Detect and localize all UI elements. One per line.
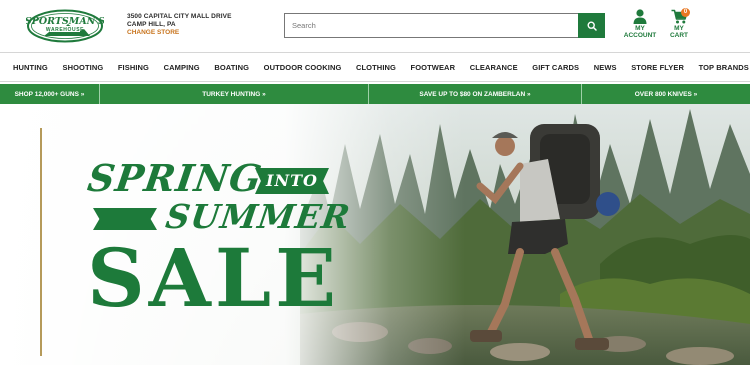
hero-ribbon	[93, 208, 157, 230]
nav-gift-cards[interactable]: GIFT CARDS	[532, 63, 579, 72]
hero-title-summer: SUMMER	[163, 197, 354, 236]
search-input[interactable]	[285, 14, 579, 37]
store-info: 3500 CAPITAL CITY MALL DRIVE CAMP HILL, …	[127, 13, 232, 37]
my-cart-button[interactable]: 0 MY CART	[659, 8, 699, 39]
store-address: 3500 CAPITAL CITY MALL DRIVE	[127, 13, 232, 20]
my-cart-label-1: MY	[674, 25, 684, 32]
hero-title-into: INTO	[255, 168, 329, 194]
nav-fishing[interactable]: FISHING	[118, 63, 149, 72]
site-header: SPORTSMAN'S WAREHOUSE 3500 CAPITAL CITY …	[0, 0, 750, 50]
hero-title-sale: SALE	[87, 231, 341, 325]
nav-hunting[interactable]: HUNTING	[13, 63, 48, 72]
nav-shooting[interactable]: SHOOTING	[62, 63, 103, 72]
change-store-link[interactable]: CHANGE STORE	[127, 29, 232, 37]
nav-footwear[interactable]: FOOTWEAR	[411, 63, 456, 72]
promo-knives[interactable]: OVER 800 KNIVES »	[582, 84, 750, 104]
hero-accent-line	[40, 128, 42, 356]
nav-top-brands[interactable]: TOP BRANDS	[699, 63, 749, 72]
promo-turkey-hunting[interactable]: TURKEY HUNTING »	[100, 84, 369, 104]
promo-zamberlan[interactable]: SAVE UP TO $80 ON ZAMBERLAN »	[369, 84, 582, 104]
nav-clearance[interactable]: CLEARANCE	[470, 63, 518, 72]
svg-text:SPORTSMAN'S: SPORTSMAN'S	[26, 16, 104, 27]
hero-banner[interactable]: SPRING INTO SUMMER SALE	[0, 104, 750, 365]
search-button[interactable]	[578, 13, 605, 38]
promo-shop-guns[interactable]: SHOP 12,000+ GUNS »	[0, 84, 100, 104]
sportsmans-warehouse-logo[interactable]: SPORTSMAN'S WAREHOUSE	[25, 9, 105, 43]
search-icon	[586, 20, 597, 31]
nav-camping[interactable]: CAMPING	[164, 63, 200, 72]
my-cart-label-2: CART	[669, 32, 689, 39]
nav-outdoor-cooking[interactable]: OUTDOOR COOKING	[264, 63, 342, 72]
my-account-label-1: MY	[635, 25, 645, 32]
nav-store-flyer[interactable]: STORE FLYER	[631, 63, 684, 72]
user-icon	[633, 9, 647, 24]
nav-clothing[interactable]: CLOTHING	[356, 63, 396, 72]
nav-news[interactable]: NEWS	[594, 63, 617, 72]
my-account-button[interactable]: MY ACCOUNT	[620, 9, 660, 39]
hero-headline: SPRING INTO SUMMER SALE	[0, 104, 380, 365]
cart-count-badge: 0	[681, 8, 690, 17]
category-nav: HUNTING SHOOTING FISHING CAMPING BOATING…	[0, 52, 750, 82]
svg-text:WAREHOUSE: WAREHOUSE	[46, 27, 84, 33]
promo-strip: SHOP 12,000+ GUNS » TURKEY HUNTING » SAV…	[0, 84, 750, 104]
search-bar	[284, 13, 605, 38]
nav-boating[interactable]: BOATING	[214, 63, 249, 72]
store-city: CAMP HILL, PA	[127, 21, 176, 28]
hero-title-spring: SPRING	[84, 156, 266, 200]
my-account-label-2: ACCOUNT	[623, 32, 657, 39]
